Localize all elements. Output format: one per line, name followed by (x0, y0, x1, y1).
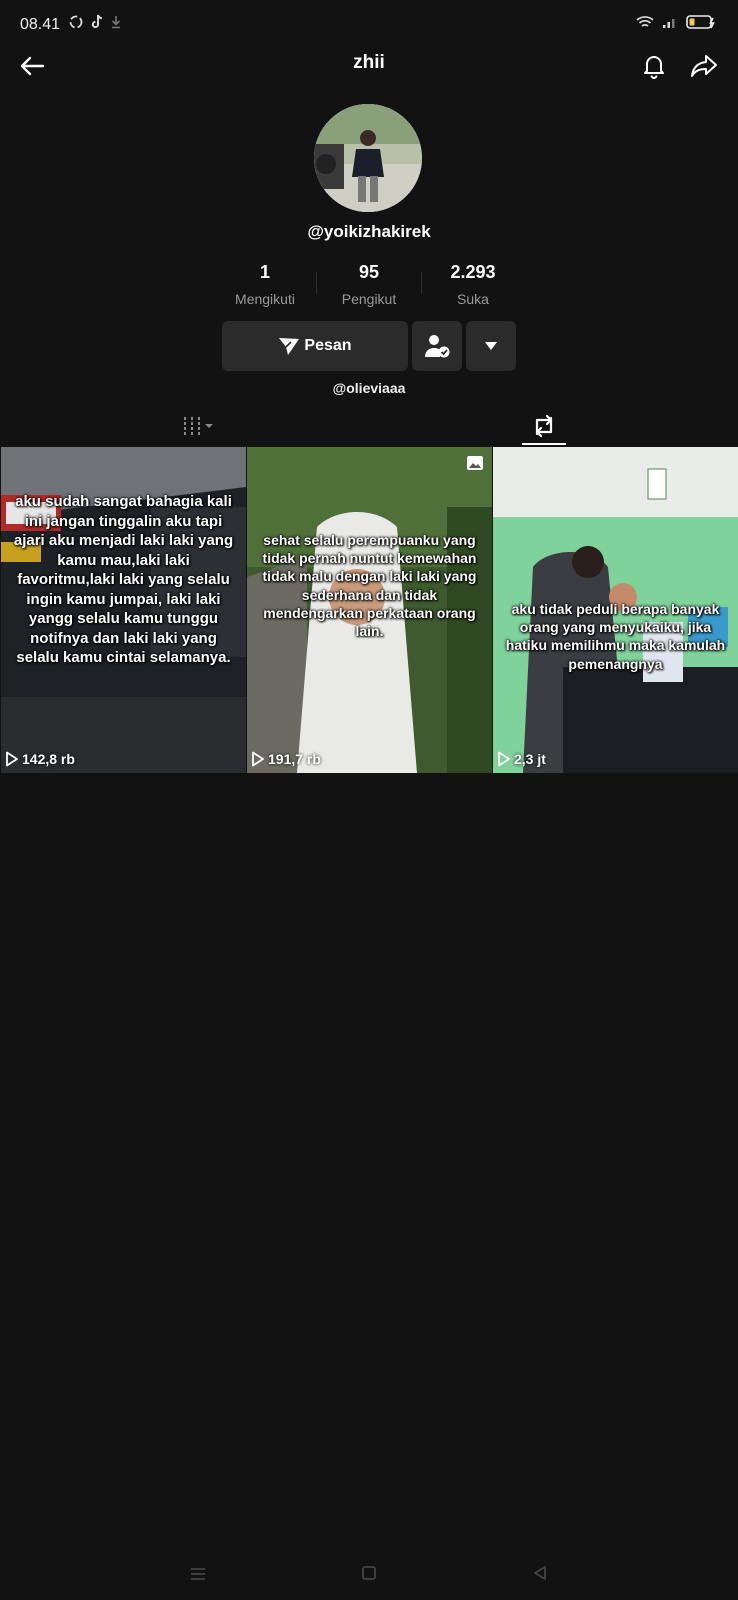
stat-following-label: Mengikuti (235, 291, 295, 307)
status-notification-icons (68, 14, 122, 30)
home-square-icon (362, 1566, 376, 1580)
tab-active-indicator (522, 443, 566, 445)
video-tile[interactable]: sehat selalu perempuanku yang tidak pern… (247, 447, 492, 773)
video-tile[interactable]: aku tidak peduli berapa banyak orang yan… (493, 447, 738, 773)
signal-icon (663, 19, 675, 28)
nav-home-button[interactable] (361, 1565, 377, 1581)
video-views-count: 2,3 jt (514, 751, 546, 767)
play-icon (252, 751, 264, 767)
stat-followers-label: Pengikut (341, 291, 397, 307)
stat-following[interactable]: 1 Mengikuti (210, 262, 320, 307)
more-options-button[interactable] (466, 321, 516, 371)
stat-likes-label: Suka (457, 291, 489, 307)
user-check-icon (425, 335, 450, 358)
video-caption: aku sudah sangat bahagia kali ini jangan… (13, 493, 234, 666)
triangle-back-icon (534, 1566, 546, 1580)
stat-likes-value: 2.293 (450, 262, 496, 282)
grid-filter-icon (184, 417, 213, 435)
nav-back-button[interactable] (532, 1565, 548, 1581)
profile-username: @yoikizhakirek (307, 222, 431, 241)
tab-videos[interactable] (174, 408, 224, 444)
message-button[interactable]: Pesan (222, 321, 408, 371)
caret-down-icon (485, 342, 497, 350)
video-views: 191,7 rb (251, 751, 321, 767)
share-button[interactable] (684, 46, 724, 86)
wifi-icon (636, 16, 654, 27)
video-views: 2,3 jt (497, 751, 546, 767)
play-icon (498, 751, 510, 767)
video-views-count: 142,8 rb (22, 751, 75, 767)
nav-menu-button[interactable] (188, 1566, 208, 1582)
avatar[interactable] (314, 104, 422, 212)
bell-icon (644, 56, 664, 79)
following-status-button[interactable] (412, 321, 462, 371)
stat-followers-value: 95 (358, 262, 380, 282)
tiktok-icon (91, 14, 103, 29)
video-caption: sehat selalu perempuanku yang tidak pern… (262, 532, 477, 639)
status-system-icons (636, 14, 718, 30)
video-caption: aku tidak peduli berapa banyak orang yan… (505, 601, 726, 672)
linked-account[interactable]: @olieviaaa (0, 380, 738, 396)
download-icon (111, 16, 121, 29)
photo-badge-icon (467, 456, 483, 470)
menu-icon (191, 1568, 205, 1580)
avatar-photo (314, 104, 422, 212)
sync-icon (69, 15, 83, 29)
message-button-label: Pesan (304, 337, 352, 354)
repost-icon (535, 414, 553, 438)
share-arrow-icon (691, 55, 717, 77)
stat-likes[interactable]: 2.293 Suka (418, 262, 528, 307)
notification-button[interactable] (634, 46, 674, 86)
stat-followers[interactable]: 95 Pengikut (314, 262, 424, 307)
tab-reposts[interactable] (520, 408, 568, 444)
send-icon (279, 338, 300, 355)
play-icon (6, 751, 18, 767)
video-views-count: 191,7 rb (268, 751, 321, 767)
battery-icon (686, 15, 715, 29)
stat-following-value: 1 (259, 262, 270, 282)
page-title: zhii (353, 52, 385, 73)
video-tile[interactable]: aku sudah sangat bahagia kali ini jangan… (1, 447, 246, 773)
video-views: 142,8 rb (5, 751, 75, 767)
status-time: 08.41 (20, 16, 61, 33)
